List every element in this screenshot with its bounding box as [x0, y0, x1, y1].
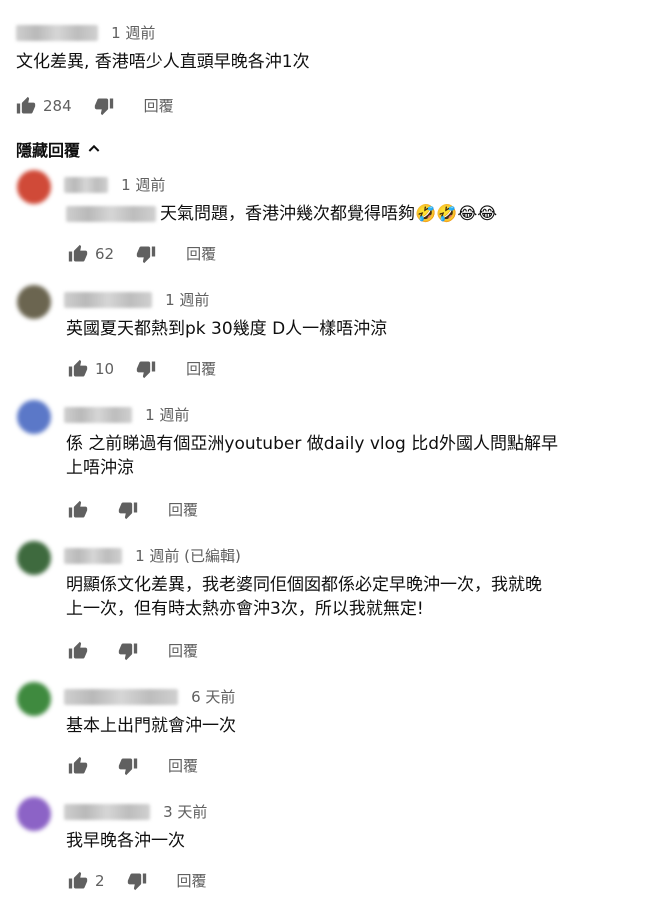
- comment-text-line: 係 之前睇過有個亞洲youtuber 做daily vlog 比d外國人問點解早: [66, 434, 559, 454]
- author-name[interactable]: [64, 176, 108, 193]
- comment-time[interactable]: 1 週前: [145, 406, 189, 424]
- comment-time[interactable]: 1 週前: [121, 176, 165, 194]
- thumbs-up-icon[interactable]: [68, 756, 88, 776]
- comment-text: 我早晚各沖一次: [66, 831, 185, 851]
- avatar[interactable]: [17, 682, 51, 716]
- thumbs-down-icon[interactable]: [118, 756, 138, 776]
- comment-text: 英國夏天都熱到pk 30幾度 D人一樣唔沖涼: [66, 319, 388, 339]
- comment-actions: 284 回覆: [16, 95, 174, 116]
- mentioned-user[interactable]: [66, 206, 156, 222]
- comment-header: 6 天前: [64, 686, 235, 707]
- thumbs-up-icon[interactable]: [68, 359, 88, 379]
- reply-button[interactable]: 回覆: [144, 95, 174, 116]
- avatar[interactable]: [17, 400, 51, 434]
- thumbs-down-icon[interactable]: [136, 359, 156, 379]
- comment-text: 文化差異, 香港唔少人直頭早晚各沖1次: [16, 52, 310, 72]
- author-name[interactable]: [64, 803, 150, 820]
- comment-actions: 2 回覆: [68, 870, 207, 891]
- comment-header: 1 週前: [64, 289, 209, 310]
- thumbs-down-icon[interactable]: [118, 500, 138, 520]
- thumbs-up-icon[interactable]: [68, 244, 88, 264]
- comment-text-row: 天氣問題，香港沖幾次都覺得唔夠🤣🤣😂😂: [66, 202, 497, 226]
- author-name[interactable]: [64, 291, 152, 308]
- hide-replies-button[interactable]: 隱藏回覆: [16, 137, 102, 161]
- thumbs-up-icon[interactable]: [68, 871, 88, 891]
- comment-actions: 回覆: [68, 755, 198, 776]
- reply-button[interactable]: 回覆: [177, 870, 207, 891]
- comment-header: 1 週前: [64, 174, 165, 195]
- hide-replies-label: 隱藏回覆: [16, 141, 81, 160]
- like-count: 2: [95, 871, 105, 890]
- comment-text: 基本上出門就會沖一次: [66, 716, 236, 736]
- avatar[interactable]: [17, 285, 51, 319]
- thumbs-up-icon[interactable]: [68, 641, 88, 661]
- comment-text: 係 之前睇過有個亞洲youtuber 做daily vlog 比d外國人問點解早…: [66, 432, 558, 480]
- comment-time[interactable]: 1 週前: [111, 24, 155, 42]
- thumbs-down-icon[interactable]: [118, 641, 138, 661]
- thumbs-down-icon[interactable]: [94, 96, 114, 116]
- thumbs-down-icon[interactable]: [127, 871, 147, 891]
- author-name[interactable]: [64, 406, 132, 423]
- avatar[interactable]: [17, 797, 51, 831]
- comment-time[interactable]: 1 週前 (已編輯): [135, 547, 241, 565]
- comment-actions: 回覆: [68, 499, 198, 520]
- like-count: 10: [95, 359, 115, 378]
- comment-text-line: 上唔沖涼: [66, 458, 134, 478]
- thumbs-up-icon[interactable]: [68, 500, 88, 520]
- comment-header: 1 週前: [16, 22, 155, 43]
- chevron-up-icon: [88, 144, 100, 152]
- comment-text-line: 明顯係文化差異，我老婆同佢個囡都係必定早晚沖一次，我就晚: [66, 575, 542, 595]
- reply-button[interactable]: 回覆: [168, 755, 198, 776]
- comment-header: 1 週前 (已編輯): [64, 545, 241, 566]
- reply-button[interactable]: 回覆: [168, 499, 198, 520]
- comment-header: 3 天前: [64, 801, 207, 822]
- comment-time[interactable]: 3 天前: [163, 803, 207, 821]
- avatar[interactable]: [17, 170, 51, 204]
- comment-header: 1 週前: [64, 404, 189, 425]
- comment-text: 明顯係文化差異，我老婆同佢個囡都係必定早晚沖一次，我就晚 上一次，但有時太熱亦會…: [66, 573, 542, 621]
- avatar[interactable]: [17, 541, 51, 575]
- reply-button[interactable]: 回覆: [168, 640, 198, 661]
- thumbs-down-icon[interactable]: [136, 244, 156, 264]
- like-count: 62: [95, 244, 115, 263]
- author-name[interactable]: [64, 688, 178, 705]
- reply-button[interactable]: 回覆: [186, 358, 216, 379]
- thumbs-up-icon[interactable]: [16, 96, 36, 116]
- author-name[interactable]: [64, 547, 122, 564]
- comment-text: 天氣問題，香港沖幾次都覺得唔夠🤣🤣😂😂: [160, 204, 498, 224]
- comment-text-line: 上一次，但有時太熱亦會沖3次，所以我就無定!: [66, 599, 424, 619]
- comment-actions: 62 回覆: [68, 243, 216, 264]
- comment-actions: 回覆: [68, 640, 198, 661]
- comment-actions: 10 回覆: [68, 358, 216, 379]
- author-name[interactable]: [16, 24, 98, 41]
- like-count: 284: [43, 96, 72, 115]
- comment-time[interactable]: 6 天前: [191, 688, 235, 706]
- comment-time[interactable]: 1 週前: [165, 291, 209, 309]
- reply-button[interactable]: 回覆: [186, 243, 216, 264]
